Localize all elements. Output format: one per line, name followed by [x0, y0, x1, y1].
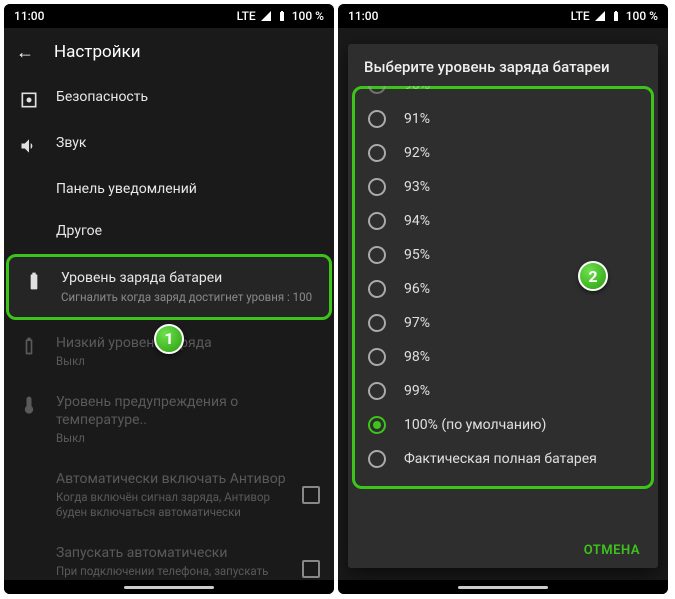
option-2[interactable]: 92% [348, 136, 658, 170]
option-11[interactable]: Фактическая полная батарея [348, 442, 658, 476]
radio-icon [368, 178, 386, 196]
row-sub: Выкл [56, 431, 320, 446]
status-lte: LTE [571, 9, 590, 23]
status-bar: 11:00 LTE 100 % [4, 4, 334, 28]
option-9[interactable]: 99% [348, 374, 658, 408]
radio-icon [368, 212, 386, 230]
dialog-actions: ОТМЕНА [348, 529, 658, 568]
radio-icon [368, 450, 386, 468]
option-label: 93% [404, 179, 430, 195]
battery-icon [610, 10, 622, 22]
radio-icon [368, 110, 386, 128]
dialog-options[interactable]: 2 90% 91% 92% 93% 94% 95% 96% 97% 98% 99% 100% (по… [348, 86, 658, 529]
back-icon[interactable]: ← [16, 42, 34, 63]
row-auto-antitheft[interactable]: Автоматически включать Антивор Когда вкл… [4, 458, 334, 532]
row-sub: Когда включён сигнал заряда, Антивор буд… [56, 490, 286, 520]
row-battery-level[interactable]: Уровень заряда батареи Сигналить когда з… [6, 254, 332, 319]
status-right: LTE 100 % [571, 9, 658, 23]
radio-icon [368, 314, 386, 332]
option-label: 91% [404, 111, 430, 127]
shield-icon [18, 90, 40, 110]
row-label: Звук [56, 134, 320, 152]
settings-list: Безопасность Звук Панель уведомлений Дру… [4, 76, 334, 594]
row-temperature[interactable]: Уровень предупреждения о температуре.. В… [4, 381, 334, 458]
option-label: Фактическая полная батарея [404, 451, 597, 467]
battery-low-icon [18, 336, 40, 356]
option-1[interactable]: 91% [348, 102, 658, 136]
row-sound[interactable]: Звук [4, 122, 334, 168]
battery-full-icon [23, 271, 45, 291]
option-3[interactable]: 93% [348, 170, 658, 204]
row-label: Панель уведомлений [56, 180, 320, 198]
battery-icon [276, 10, 288, 22]
option-7[interactable]: 97% [348, 306, 658, 340]
speaker-icon [18, 136, 40, 156]
option-8[interactable]: 98% [348, 340, 658, 374]
row-notif-panel[interactable]: Панель уведомлений [4, 168, 334, 210]
status-bar: 11:00 LTE 100 % [338, 4, 668, 28]
option-label: 90% [404, 86, 430, 93]
radio-icon [368, 144, 386, 162]
signal-icon [260, 10, 272, 22]
row-label: Уровень предупреждения о температуре.. [56, 393, 320, 429]
checkbox[interactable] [302, 560, 320, 578]
nav-bar [338, 580, 668, 594]
radio-icon [368, 86, 386, 94]
radio-icon [368, 348, 386, 366]
row-sub: Выкл [56, 354, 320, 369]
row-label: Запускать автоматически [56, 544, 286, 562]
battery-level-dialog: Выберите уровень заряда батареи 2 90% 91%… [348, 44, 658, 568]
option-label: 100% (по умолчанию) [404, 417, 546, 433]
toolbar: ← Настройки [4, 28, 334, 76]
page-title: Настройки [54, 42, 141, 62]
phone-right: 11:00 LTE 100 % Выберите уровень заряда … [338, 4, 668, 594]
nav-bar [4, 580, 334, 594]
status-lte: LTE [237, 9, 256, 23]
status-right: LTE 100 % [237, 9, 324, 23]
radio-icon [368, 382, 386, 400]
option-label: 96% [404, 281, 430, 297]
checkbox[interactable] [302, 486, 320, 504]
option-label: 99% [404, 383, 430, 399]
option-5[interactable]: 95% [348, 238, 658, 272]
step-badge-2: 2 [578, 261, 608, 291]
status-time: 11:00 [348, 9, 378, 23]
option-4[interactable]: 94% [348, 204, 658, 238]
option-label: 95% [404, 247, 430, 263]
status-battery: 100 % [626, 9, 658, 23]
radio-icon [368, 246, 386, 264]
status-battery: 100 % [292, 9, 324, 23]
cancel-button[interactable]: ОТМЕНА [584, 543, 640, 558]
row-label: Другое [56, 222, 320, 240]
status-time: 11:00 [14, 9, 44, 23]
option-10[interactable]: 100% (по умолчанию) [348, 408, 658, 442]
option-0[interactable]: 90% [348, 86, 658, 102]
option-6[interactable]: 96% [348, 272, 658, 306]
option-label: 92% [404, 145, 430, 161]
row-security[interactable]: Безопасность [4, 76, 334, 122]
radio-icon [368, 416, 386, 434]
option-label: 97% [404, 315, 430, 331]
row-label: Безопасность [56, 88, 320, 106]
phone-left: 11:00 LTE 100 % ← Настройки Безопасность… [4, 4, 334, 594]
row-sub: Сигналить когда заряд достигнет уровня :… [61, 290, 315, 305]
row-other[interactable]: Другое [4, 210, 334, 252]
temperature-icon [18, 395, 40, 415]
option-label: 98% [404, 349, 430, 365]
row-low-battery[interactable]: Низкий уровень заряда Выкл 1 [4, 322, 334, 381]
signal-icon [594, 10, 606, 22]
row-label: Автоматически включать Антивор [56, 470, 286, 488]
row-label: Уровень заряда батареи [61, 269, 315, 287]
row-label: Низкий уровень заряда [56, 334, 320, 352]
step-badge-1: 1 [154, 324, 184, 354]
dialog-title: Выберите уровень заряда батареи [348, 44, 658, 86]
option-label: 94% [404, 213, 430, 229]
radio-icon [368, 280, 386, 298]
